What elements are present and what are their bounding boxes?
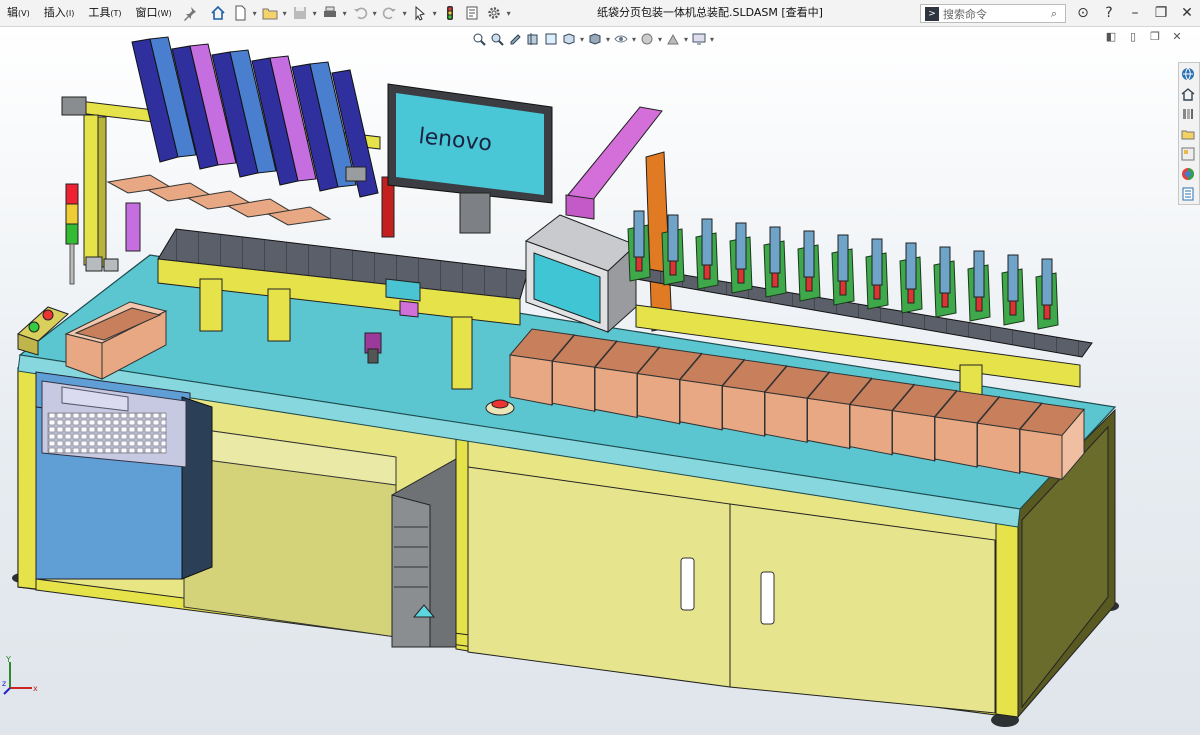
menu-view[interactable]: 辑(V) [0, 0, 37, 27]
search-icon[interactable]: ⌕ [1043, 7, 1065, 21]
view-palette-icon[interactable] [1179, 144, 1197, 163]
menu-bar: 辑(V) 插入(I) 工具(T) 窗口(W) [0, 0, 201, 26]
command-prompt-icon: > [925, 6, 939, 21]
search-input[interactable]: 搜索命令 [943, 6, 1043, 22]
labeler-unit [967, 250, 991, 322]
labeler-unit [933, 246, 957, 318]
save-icon[interactable] [289, 3, 311, 23]
chevron-down-icon[interactable]: ▾ [251, 9, 259, 18]
pin-icon[interactable] [179, 3, 201, 23]
labeler-unit [797, 230, 821, 302]
chevron-down-icon[interactable]: ▾ [371, 9, 379, 18]
chevron-down-icon[interactable]: ▾ [281, 9, 289, 18]
bag-stacker [61, 36, 395, 268]
undo-icon[interactable] [349, 3, 371, 23]
monitor: lenovo [387, 83, 553, 234]
window-controls: ⊙ ? – ❐ ✕ [1070, 0, 1200, 26]
triad-z-label: z [2, 679, 6, 688]
home-icon[interactable] [207, 3, 229, 23]
home-icon[interactable] [1179, 84, 1197, 103]
open-folder-icon[interactable] [259, 3, 281, 23]
chevron-down-icon[interactable]: ▾ [311, 9, 319, 18]
document-title: 纸袋分页包装一体机总装配.SLDASM [查看中] [597, 6, 823, 19]
design-library-icon[interactable] [1179, 104, 1197, 123]
file-properties-icon[interactable] [461, 3, 483, 23]
solidworks-resources-icon[interactable] [1179, 64, 1197, 83]
triad-y-label: Y [5, 656, 11, 664]
labeler-unit [695, 218, 719, 290]
user-icon[interactable]: ⊙ [1070, 0, 1096, 26]
print-icon[interactable] [319, 3, 341, 23]
tower-light [65, 183, 79, 285]
rebuild-traffic-light-icon[interactable] [439, 3, 461, 23]
labeler-unit [627, 210, 651, 282]
new-document-icon[interactable] [229, 3, 251, 23]
custom-properties-icon[interactable] [1179, 184, 1197, 203]
menu-tools[interactable]: 工具(T) [81, 0, 128, 27]
file-explorer-icon[interactable] [1179, 124, 1197, 143]
coordinate-triad: Y x z [2, 656, 38, 695]
menu-insert[interactable]: 插入(I) [37, 0, 82, 27]
redo-icon[interactable] [379, 3, 401, 23]
label-printer-unit [35, 371, 213, 580]
labeler-unit [831, 234, 855, 306]
search-box[interactable]: > 搜索命令 ⌕ [920, 4, 1066, 23]
close-icon[interactable]: ✕ [1174, 0, 1200, 26]
triad-x-label: x [33, 684, 38, 693]
chevron-down-icon[interactable]: ▾ [401, 9, 409, 18]
labeler-unit [763, 226, 787, 298]
labeler-unit [865, 238, 889, 310]
labeler-unit [899, 242, 923, 314]
labeler-unit [729, 222, 753, 294]
limit-switch-pair [85, 256, 119, 272]
chevron-down-icon[interactable]: ▾ [505, 9, 513, 18]
quick-access-toolbar: ▾ ▾ ▾ ▾ ▾ ▾ ▾ ▾ [207, 0, 513, 26]
title-bar: 辑(V) 插入(I) 工具(T) 窗口(W) ▾ ▾ ▾ ▾ ▾ ▾ ▾ ▾ 纸… [0, 0, 1200, 27]
magazine-rails [131, 36, 379, 198]
hmi-panel [524, 214, 637, 334]
labeler-unit [1035, 258, 1059, 330]
gear-icon[interactable] [483, 3, 505, 23]
appearances-icon[interactable] [1179, 164, 1197, 183]
chevron-down-icon[interactable]: ▾ [431, 9, 439, 18]
select-cursor-icon[interactable] [409, 3, 431, 23]
task-pane [1178, 62, 1200, 205]
menu-window[interactable]: 窗口(W) [128, 0, 178, 27]
labeler-unit [1001, 254, 1025, 326]
minimize-icon[interactable]: – [1122, 0, 1148, 26]
chevron-down-icon[interactable]: ▾ [341, 9, 349, 18]
assembly-model: lenovo [12, 36, 1119, 727]
help-icon[interactable]: ? [1096, 0, 1122, 26]
restore-icon[interactable]: ❐ [1148, 0, 1174, 26]
